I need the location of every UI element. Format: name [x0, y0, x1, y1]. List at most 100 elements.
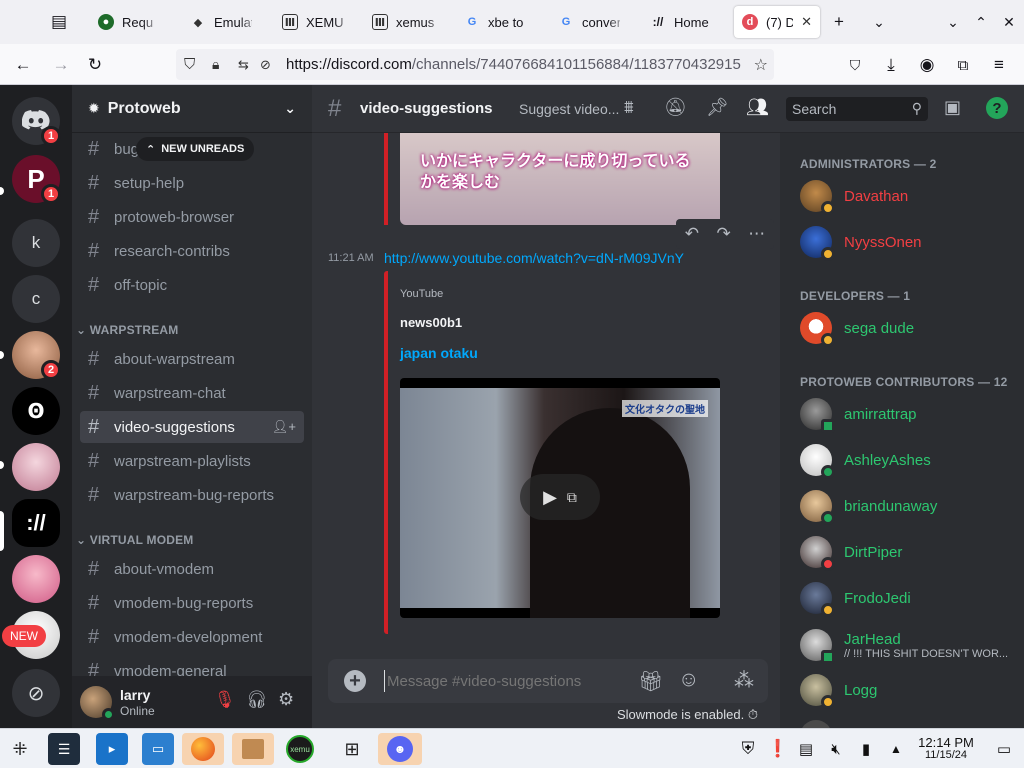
member-item[interactable]: DirtPiper — [800, 531, 1020, 573]
username[interactable]: larry — [120, 687, 150, 703]
package-app-icon[interactable] — [232, 733, 274, 765]
member-item[interactable]: amirrattrap — [800, 393, 1020, 435]
threads-icon[interactable]: ⩩ — [624, 97, 634, 118]
browser-tab[interactable]: ◆ Emulat — [182, 6, 260, 38]
warpstream-server-icon[interactable]: Ꙩ — [12, 387, 60, 435]
category-warpstream[interactable]: ⌄ WARPSTREAM — [76, 323, 178, 337]
embed-author[interactable]: news00b1 — [400, 315, 462, 330]
xemu-app-icon[interactable]: xemu — [284, 733, 316, 765]
start-menu-icon[interactable]: ⁜ — [4, 733, 36, 765]
server-avatar-icon[interactable] — [12, 555, 60, 603]
menu-icon[interactable]: ≡ — [986, 52, 1012, 78]
channel-item[interactable]: # warpstream-bug-reports — [80, 479, 304, 511]
reply-icon[interactable]: ↶ — [685, 224, 699, 244]
member-item[interactable]: FrodoJedi — [800, 577, 1020, 619]
tab-list-chevron-icon[interactable]: ⌄ — [866, 9, 892, 35]
search-input[interactable]: Search ⚲ — [786, 97, 928, 121]
member-item[interactable]: briandunaway — [800, 485, 1020, 527]
channel-item[interactable]: # about-warpstream — [80, 343, 304, 375]
server-avatar-icon[interactable] — [12, 443, 60, 491]
firefox-app-icon[interactable] — [182, 733, 224, 765]
discord-app-icon[interactable]: ☻ — [378, 733, 422, 765]
headphones-icon[interactable]: 🎧︎ — [246, 690, 268, 710]
channel-item[interactable]: # vmodem-development — [80, 621, 304, 653]
server-avatar-icon[interactable]: NEW — [2, 611, 60, 659]
back-arrow-icon[interactable]: ← — [10, 52, 36, 78]
permissions-icon[interactable]: ⇆ — [238, 57, 249, 73]
inbox-icon[interactable]: ▣ — [944, 97, 961, 118]
embed-thumbnail[interactable]: いかにキャラクターに成り切っているかを楽しむ — [400, 133, 720, 225]
clock[interactable]: 12:14 PM 11/15/24 — [906, 736, 986, 761]
terminal-app-icon[interactable]: ▸ — [96, 733, 128, 765]
member-list-icon[interactable]: 👥︎ — [746, 97, 769, 118]
browser-tab[interactable]: :// Home — [642, 6, 722, 38]
channel-item[interactable]: # research-contribs — [80, 235, 304, 267]
server-header[interactable]: ✹ Protoweb ⌄ — [72, 85, 312, 133]
security-shield-icon[interactable]: ⛨ — [732, 733, 764, 765]
channel-topic[interactable]: Suggest video... — [519, 101, 619, 117]
battery-icon[interactable]: ▮ — [850, 733, 882, 765]
new-unreads-pill[interactable]: ⌃ NEW UNREADS — [136, 137, 255, 161]
embed-title[interactable]: japan otaku — [400, 345, 478, 361]
help-icon[interactable]: ? — [986, 97, 1008, 119]
shield-icon[interactable]: ⛉ — [184, 56, 195, 73]
server-c-icon[interactable]: c — [12, 275, 60, 323]
member-item[interactable]: Davathan — [800, 175, 1020, 217]
browser-tab[interactable]: Ⅲ XEMU — [274, 6, 354, 38]
avatar[interactable] — [80, 686, 115, 721]
url-bar[interactable]: ⛉ 🔒︎ ⇆ ⊘ https://discord.com/channels/74… — [176, 49, 774, 80]
browser-tab[interactable]: ● Requir — [90, 6, 162, 38]
new-tab-icon[interactable]: + — [826, 9, 852, 35]
channel-item[interactable]: # about-vmodem — [80, 553, 304, 585]
browser-tab-active[interactable]: d (7) D ✕ — [734, 6, 820, 38]
maximize-icon[interactable]: ⌃ — [968, 9, 994, 35]
close-tab-icon[interactable]: ✕ — [801, 14, 812, 30]
member-item[interactable]: Logg — [800, 669, 1020, 711]
close-window-icon[interactable]: ✕ — [996, 9, 1022, 35]
notifications-icon[interactable]: ▭ — [988, 733, 1020, 765]
message-link[interactable]: http://www.youtube.com/watch?v=dN-rM09JV… — [384, 250, 684, 266]
channel-item[interactable]: # protoweb-browser — [80, 201, 304, 233]
explore-compass-icon[interactable]: ⊘ — [12, 669, 60, 717]
pin-icon[interactable]: 📌︎ — [706, 97, 729, 118]
gift-icon[interactable]: 🎁︎ — [638, 669, 663, 694]
microphone-muted-icon[interactable]: 🎙︎ — [214, 690, 236, 710]
server-k-icon[interactable]: k — [12, 219, 60, 267]
camera-blocked-icon[interactable]: ⊘ — [260, 57, 271, 73]
member-item-partial[interactable] — [800, 715, 1020, 728]
reload-icon[interactable]: ↻ — [82, 52, 108, 78]
pocket-icon[interactable]: ⛉ — [842, 52, 868, 78]
download-icon[interactable]: ⤓ — [878, 52, 904, 78]
account-icon[interactable]: ◉ — [914, 52, 940, 78]
add-member-icon[interactable]: 👤︎+ — [272, 419, 296, 435]
notification-muted-icon[interactable]: 🔕︎ — [664, 97, 687, 118]
member-item[interactable]: AshleyAshes — [800, 439, 1020, 481]
channel-item[interactable]: # setup-help — [80, 167, 304, 199]
url-text[interactable]: https://discord.com/channels/74407668410… — [286, 56, 746, 73]
volume-muted-icon[interactable]: 🔇︎ — [820, 733, 852, 765]
forward-arrow-icon[interactable]: → — [48, 52, 74, 78]
protoweb-server-icon[interactable]: P 1 — [12, 155, 61, 204]
slash-server-icon[interactable]: :// — [12, 499, 60, 547]
channel-item-active[interactable]: # video-suggestions 👤︎+ — [80, 411, 304, 443]
member-item[interactable]: sega dude — [800, 307, 1020, 349]
browser-tab[interactable]: G conver — [550, 6, 628, 38]
workspaces-icon[interactable]: ⊞ — [336, 733, 368, 765]
mixer-app-icon[interactable]: ☰ — [48, 733, 80, 765]
member-item[interactable]: JarHead // !!! THIS SHIT DOESN'T WOR... — [800, 623, 1020, 667]
more-options-icon[interactable]: ⋯ — [748, 224, 765, 244]
file-manager-icon[interactable]: ▭ — [142, 733, 174, 765]
channel-item[interactable]: # vmodem-bug-reports — [80, 587, 304, 619]
browser-tab[interactable]: Ⅲ xemus — [364, 6, 446, 38]
emoji-icon[interactable]: ☺ — [678, 668, 699, 692]
member-item[interactable]: NyyssOnen — [800, 221, 1020, 263]
forward-icon[interactable]: ↷ — [717, 224, 731, 244]
extensions-icon[interactable]: ⧉ — [950, 52, 976, 78]
channel-item[interactable]: # warpstream-playlists — [80, 445, 304, 477]
message-input[interactable] — [384, 670, 624, 692]
embed-video[interactable]: 文化オタクの聖地 ▶ ⧉ — [400, 378, 720, 618]
gear-icon[interactable]: ⚙ — [278, 689, 294, 710]
play-icon[interactable]: ▶ — [543, 487, 557, 508]
add-attachment-icon[interactable]: + — [344, 670, 366, 692]
server-avatar-icon[interactable]: 2 — [12, 331, 61, 380]
